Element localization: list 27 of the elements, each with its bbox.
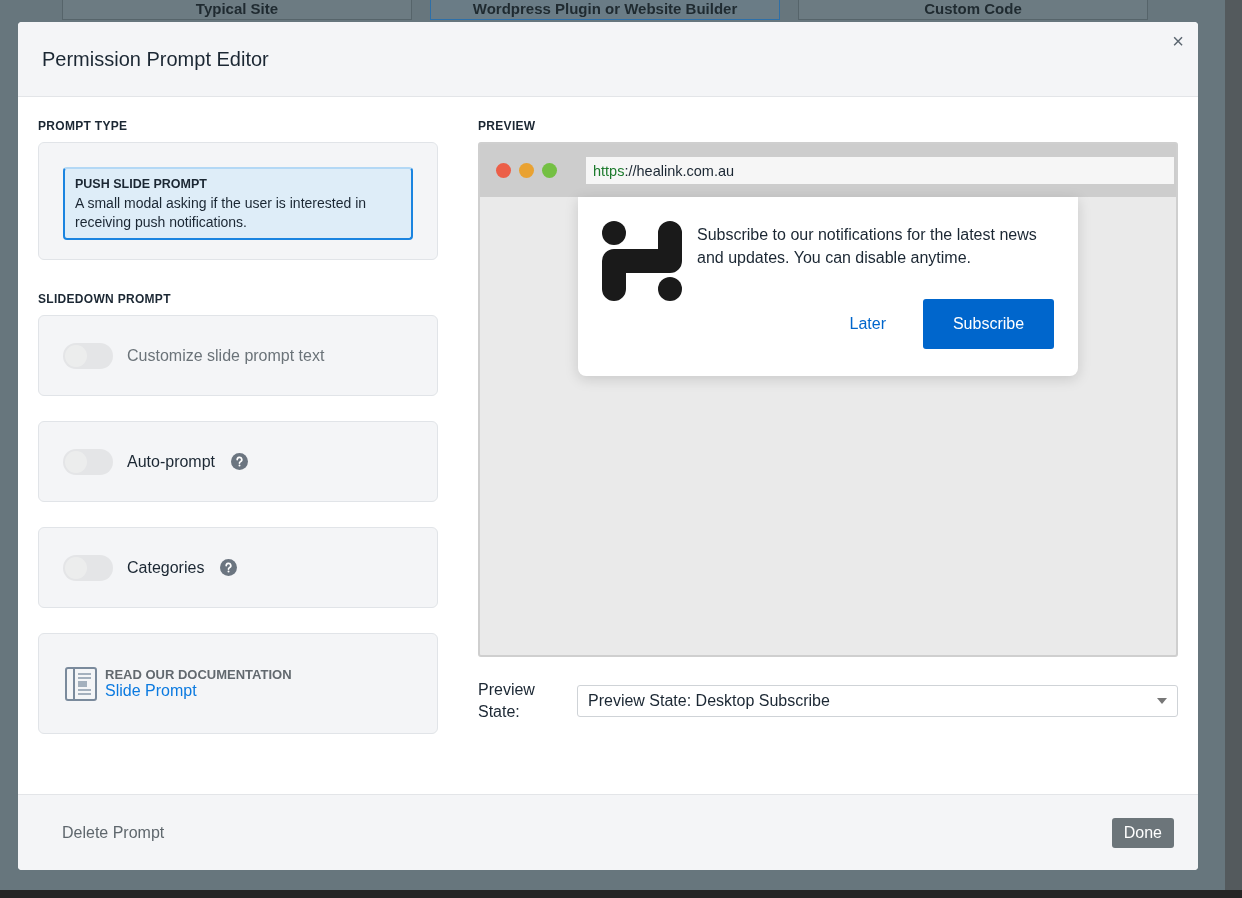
section-heading: PROMPT TYPE [38,119,129,133]
window-dot-icon [542,163,557,178]
setting-label: Categories [127,558,205,577]
section-heading: SLIDEDOWN PROMPT [38,292,172,306]
documentation-heading: READ OUR DOCUMENTATION [105,667,292,682]
setting-label: Customize slide prompt text [127,346,325,365]
document-icon [65,666,97,701]
window-dot-icon [519,163,534,178]
documentation-link[interactable]: Slide Prompt [105,682,292,700]
done-button[interactable]: Done [1111,817,1174,848]
preview-state-dropdown[interactable]: Preview State: Desktop Subscribe [577,685,1178,717]
logo-icon [602,221,682,301]
field-label: Preview State: [478,680,536,722]
help-icon[interactable] [231,453,249,470]
dialog-title: Permission Prompt Editor [42,47,269,71]
setting-label: Auto-prompt [127,452,216,471]
caret-icon [1157,698,1167,704]
prompt-message: Subscribe to our notifications for the latest news and updates. You can disable anytime. [697,225,1038,268]
later-button[interactable]: Later [849,315,886,333]
delete-prompt-button[interactable]: Delete Prompt [62,823,165,842]
section-heading: PREVIEW [478,119,537,133]
subscribe-button[interactable]: Subscribe [923,299,1054,349]
address-bar: https://healink.com.au [586,157,1174,184]
window-dot-icon [496,163,511,178]
close-button[interactable]: × [1168,30,1188,53]
prompt-type-option[interactable]: PUSH SLIDE PROMPT A small modal asking if the user is interested in receiving push notifications. [63,167,413,240]
help-icon[interactable] [220,559,238,576]
